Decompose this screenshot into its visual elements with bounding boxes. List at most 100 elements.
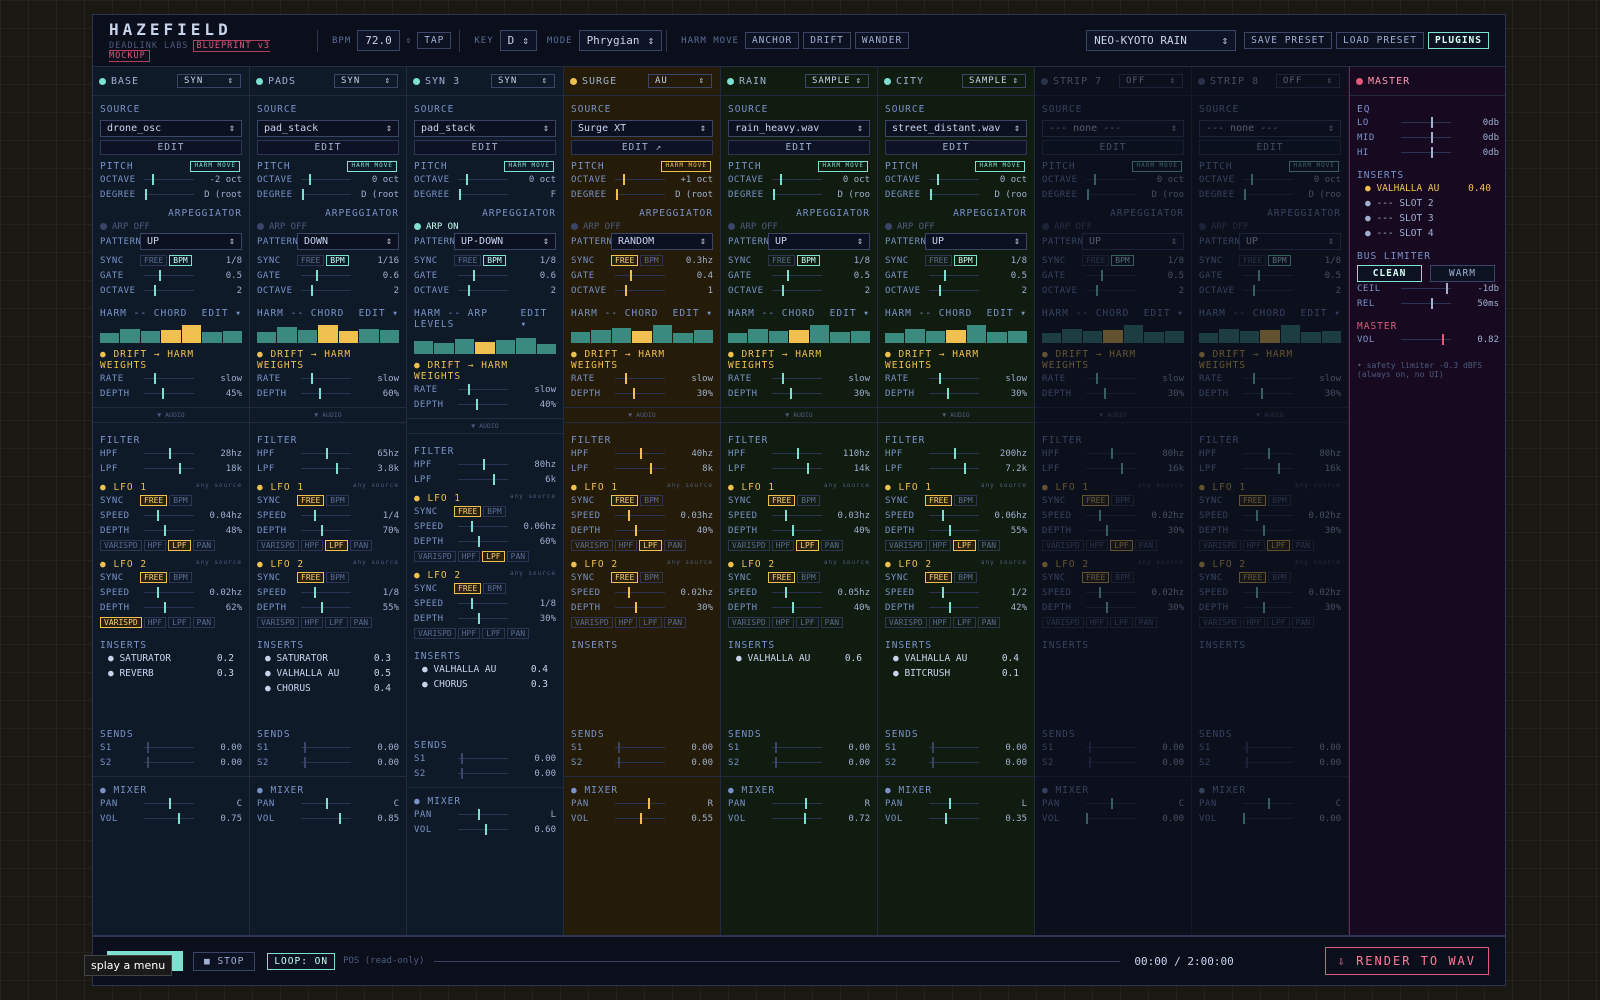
arp-toggle[interactable]: ARP OFF [100,219,242,234]
lfo1-targets[interactable]: VARISPD HPF LPF PAN [571,538,713,553]
octave-slider-row[interactable]: OCTAVE 0 oct [414,172,556,187]
lfo1-speed-slider-row[interactable]: SPEED 0.03hz [728,508,870,523]
lfo2-sync[interactable]: SYNC FREE BPM [571,570,713,585]
lfo1-speed-slider-row[interactable]: SPEED 0.04hz [100,508,242,523]
arp-toggle[interactable]: ARP OFF [571,219,713,234]
lpf-slider-row[interactable]: LPF 16k [1199,461,1341,476]
lfo2-sync[interactable]: SYNC FREE BPM [1042,570,1184,585]
pan-slider-row[interactable]: PAN L [885,796,1027,811]
source-select[interactable]: rain_heavy.wav ⇕ [728,120,870,137]
insert-slot[interactable]: ● VALHALLA AU 0.4 [414,662,556,677]
sync-row[interactable]: SYNC FREE BPM 1/16 [257,253,399,268]
audio-divider[interactable]: ▼ AUDIO [250,407,406,423]
lfo1-sync[interactable]: SYNC FREE BPM [1042,493,1184,508]
sync-row[interactable]: SYNC FREE BPM 0.3hz [571,253,713,268]
preset-select[interactable]: NEO-KYOTO RAIN ⇕ [1086,30,1237,51]
hpf-slider-row[interactable]: HPF 110hz [728,446,870,461]
lfo1-depth-slider-row[interactable]: DEPTH 48% [100,523,242,538]
loop-toggle[interactable]: LOOP: ON [267,952,336,970]
send1-slider-row[interactable]: S1 0.00 [885,740,1027,755]
strip-type-select[interactable]: OFF ⇕ [1276,74,1340,88]
audio-divider[interactable]: ▼ AUDIO [1035,407,1191,423]
octave-slider-row[interactable]: OCTAVE 0 oct [728,172,870,187]
lfo1-depth-slider-row[interactable]: DEPTH 30% [1199,523,1341,538]
arp-toggle[interactable]: ARP OFF [1199,219,1341,234]
vol-slider-row[interactable]: VOL 0.55 [571,811,713,826]
lfo2-sync[interactable]: SYNC FREE BPM [1199,570,1341,585]
gate-slider-row[interactable]: GATE 0.6 [414,268,556,283]
lfo1-targets[interactable]: VARISPD HPF LPF PAN [1042,538,1184,553]
lfo2-speed-slider-row[interactable]: SPEED 0.02hz [571,585,713,600]
send1-slider-row[interactable]: S1 0.00 [1042,740,1184,755]
pan-slider-row[interactable]: PAN C [100,796,242,811]
sync-row[interactable]: SYNC FREE BPM 1/8 [728,253,870,268]
source-select[interactable]: --- none --- ⇕ [1042,120,1184,137]
lfo2-speed-slider-row[interactable]: SPEED 0.02hz [100,585,242,600]
pattern-row[interactable]: PATTERN UP ⇕ [885,233,1027,250]
source-select[interactable]: pad_stack ⇕ [257,120,399,137]
degree-slider-row[interactable]: DEGREE D (roo [1199,187,1341,202]
pan-slider-row[interactable]: PAN C [1199,796,1341,811]
lfo2-depth-slider-row[interactable]: DEPTH 30% [1042,600,1184,615]
audio-divider[interactable]: ▼ AUDIO [1192,407,1348,423]
arp-octave-slider-row[interactable]: OCTAVE 2 [728,283,870,298]
lfo1-targets[interactable]: VARISPD HPF LPF PAN [100,538,242,553]
lfo1-targets[interactable]: VARISPD HPF LPF PAN [1199,538,1341,553]
strip-type-select[interactable]: SYN ⇕ [177,74,241,88]
harm-weight-bars[interactable] [885,323,1027,343]
gate-slider-row[interactable]: GATE 0.5 [728,268,870,283]
arp-octave-slider-row[interactable]: OCTAVE 2 [1042,283,1184,298]
lfo1-targets[interactable]: VARISPD HPF LPF PAN [414,549,556,564]
lfo1-sync[interactable]: SYNC FREE BPM [885,493,1027,508]
master-insert-slot[interactable]: ● VALHALLA AU 0.40 [1357,181,1499,196]
send1-slider-row[interactable]: S1 0.00 [100,740,242,755]
harm-weight-bars[interactable] [571,323,713,343]
hpf-slider-row[interactable]: HPF 65hz [257,446,399,461]
send2-slider-row[interactable]: S2 0.00 [1199,755,1341,770]
lfo2-speed-slider-row[interactable]: SPEED 0.02hz [1199,585,1341,600]
insert-slot[interactable]: ● CHORUS 0.4 [257,681,399,696]
lfo1-sync[interactable]: SYNC FREE BPM [571,493,713,508]
lfo2-targets[interactable]: VARISPD HPF LPF PAN [414,626,556,641]
pattern-row[interactable]: PATTERN UP ⇕ [728,233,870,250]
rel-slider-row[interactable]: REL 50ms [1357,296,1499,311]
audio-divider[interactable]: ▼ AUDIO [93,407,249,423]
sync-row[interactable]: SYNC FREE BPM 1/8 [414,253,556,268]
master-insert-slot[interactable]: ● --- SLOT 2 [1357,196,1499,211]
vol-slider-row[interactable]: VOL 0.72 [728,811,870,826]
insert-slot[interactable]: ● SATURATOR 0.3 [257,651,399,666]
lfo2-sync[interactable]: SYNC FREE BPM [100,570,242,585]
lfo1-speed-slider-row[interactable]: SPEED 0.03hz [571,508,713,523]
insert-slot[interactable]: ● VALHALLA AU 0.5 [257,666,399,681]
edit-button[interactable]: EDIT [100,140,242,155]
eq-lo-slider-row[interactable]: LO 0db [1357,115,1499,130]
lpf-slider-row[interactable]: LPF 18k [100,461,242,476]
gate-slider-row[interactable]: GATE 0.5 [1042,268,1184,283]
drift-rate-slider-row[interactable]: RATE slow [257,371,399,386]
bpm-field[interactable]: 72.0 [357,30,400,51]
gate-slider-row[interactable]: GATE 0.5 [885,268,1027,283]
mode-select[interactable]: Phrygian ⇕ [578,30,663,51]
lfo1-speed-slider-row[interactable]: SPEED 0.06hz [885,508,1027,523]
lfo2-targets[interactable]: VARISPD HPF LPF PAN [1042,615,1184,630]
lpf-slider-row[interactable]: LPF 14k [728,461,870,476]
vol-slider-row[interactable]: VOL 0.85 [257,811,399,826]
gate-slider-row[interactable]: GATE 0.5 [100,268,242,283]
eq-mid-slider-row[interactable]: MID 0db [1357,130,1499,145]
edit-button[interactable]: EDIT [257,140,399,155]
bpm-stepper-icon[interactable]: ⇕ [406,36,411,46]
send2-slider-row[interactable]: S2 0.00 [728,755,870,770]
strip-type-select[interactable]: AU ⇕ [648,74,712,88]
hpf-slider-row[interactable]: HPF 80hz [1199,446,1341,461]
limiter-clean[interactable]: CLEAN [1357,265,1422,282]
save-preset-button[interactable]: SAVE PRESET [1244,32,1333,49]
limiter-warm[interactable]: WARM [1430,265,1495,282]
octave-slider-row[interactable]: OCTAVE +1 oct [571,172,713,187]
degree-slider-row[interactable]: DEGREE D (root [100,187,242,202]
degree-slider-row[interactable]: DEGREE D (root [571,187,713,202]
octave-slider-row[interactable]: OCTAVE 0 oct [885,172,1027,187]
pan-slider-row[interactable]: PAN C [1042,796,1184,811]
harm-anchor-button[interactable]: ANCHOR [744,32,800,49]
drift-depth-slider-row[interactable]: DEPTH 40% [414,397,556,412]
send2-slider-row[interactable]: S2 0.00 [257,755,399,770]
